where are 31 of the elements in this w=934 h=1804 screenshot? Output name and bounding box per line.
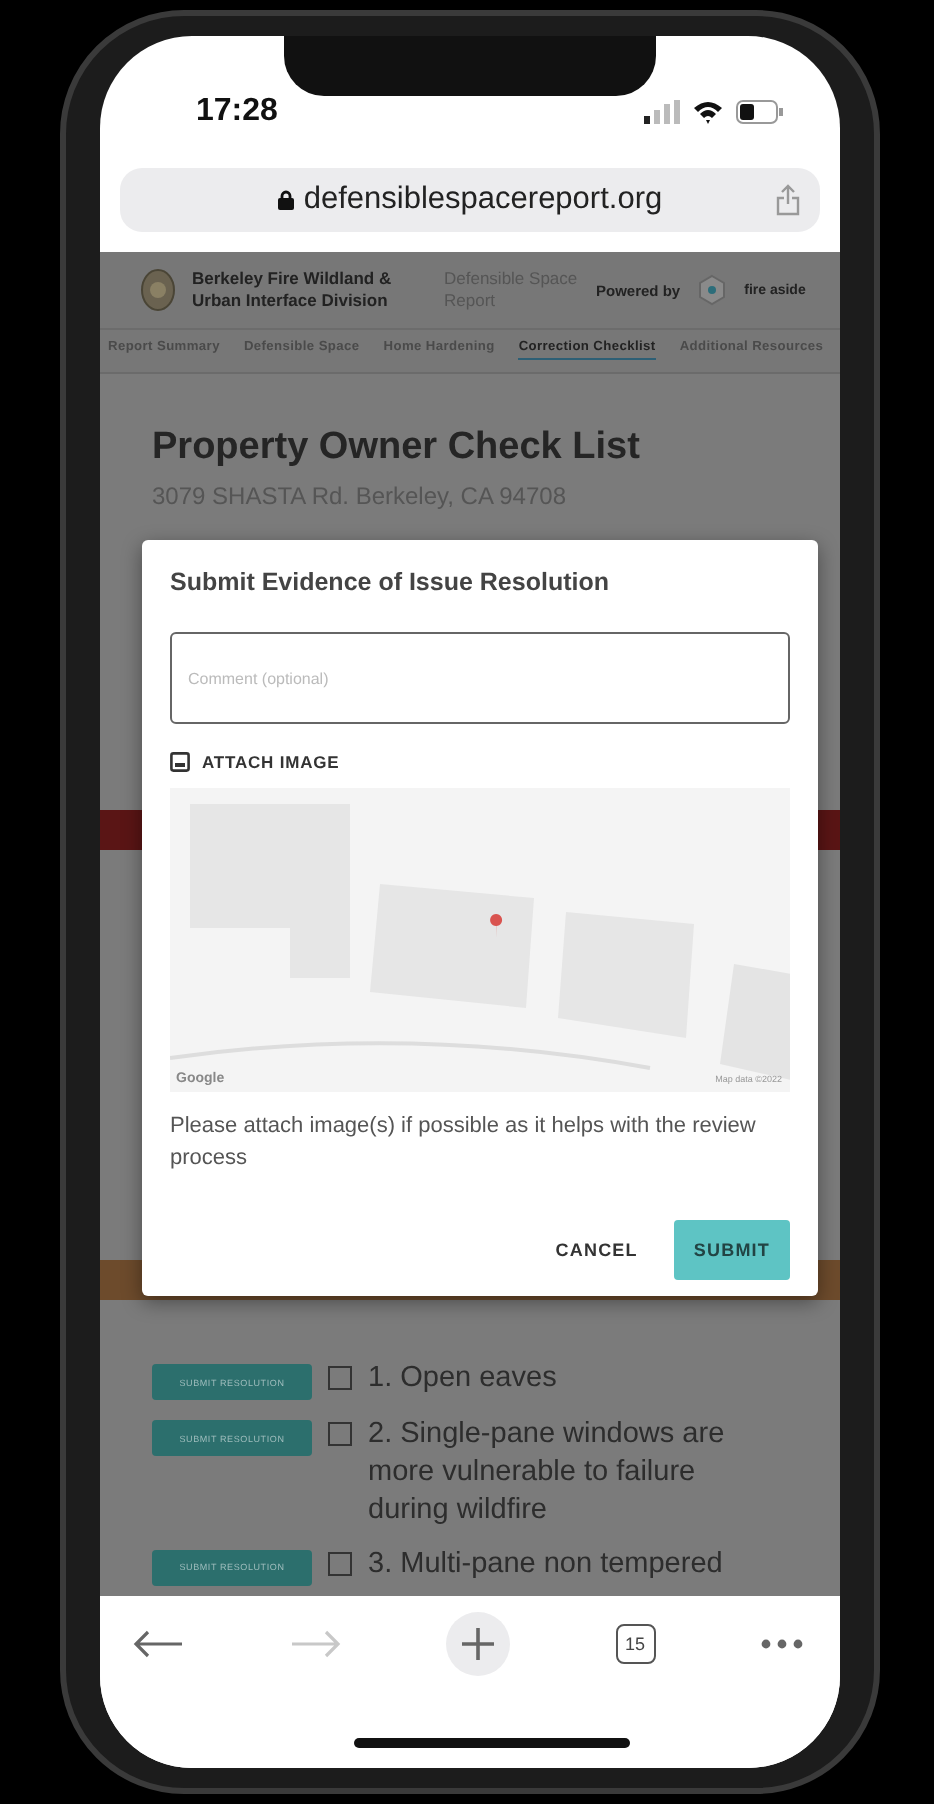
battery-icon [736, 100, 784, 124]
submit-button[interactable]: SUBMIT [673, 1219, 790, 1280]
checklist-item-text: 1. Open eaves [368, 1360, 559, 1398]
plus-icon [460, 1626, 496, 1662]
organization-name: Berkeley Fire Wildland & Urban Interface Division [192, 268, 394, 312]
new-tab-button[interactable] [446, 1612, 510, 1676]
checkbox[interactable] [328, 1422, 352, 1446]
dialog-title: Submit Evidence of Issue Resolution [170, 568, 611, 596]
checkbox[interactable] [328, 1366, 352, 1390]
page-title: Property Owner Check List [152, 426, 642, 470]
checklist-item-text: 2. Single-pane windows are more vulnerable to failure during wildfire [368, 1416, 727, 1530]
seal-icon [140, 268, 176, 312]
lock-icon [277, 190, 294, 210]
url-text: defensiblespacereport.org [303, 182, 663, 218]
wifi-icon [692, 100, 724, 124]
comment-field[interactable]: Comment (optional) [170, 632, 790, 724]
checklist-item-text: 3. Multi-pane non tempered [368, 1545, 725, 1583]
share-icon[interactable] [776, 184, 800, 216]
checkbox[interactable] [328, 1551, 352, 1576]
more-icon[interactable] [760, 1638, 804, 1650]
back-arrow-icon[interactable] [132, 1628, 184, 1660]
address-bar[interactable]: defensiblespacereport.org [120, 168, 820, 232]
status-time: 17:28 [196, 94, 278, 130]
tab-count-button[interactable]: 15 [615, 1624, 655, 1664]
forward-arrow-icon[interactable] [289, 1628, 341, 1660]
cancel-button[interactable]: CANCEL [535, 1219, 658, 1280]
signal-icon [644, 100, 680, 124]
hint-text: Please attach image(s) if possible as it helps with the review process [170, 1112, 758, 1174]
hexagon-icon [696, 274, 729, 306]
attach-image-button[interactable]: ATTACH IMAGE [170, 752, 340, 772]
image-icon [170, 752, 190, 772]
